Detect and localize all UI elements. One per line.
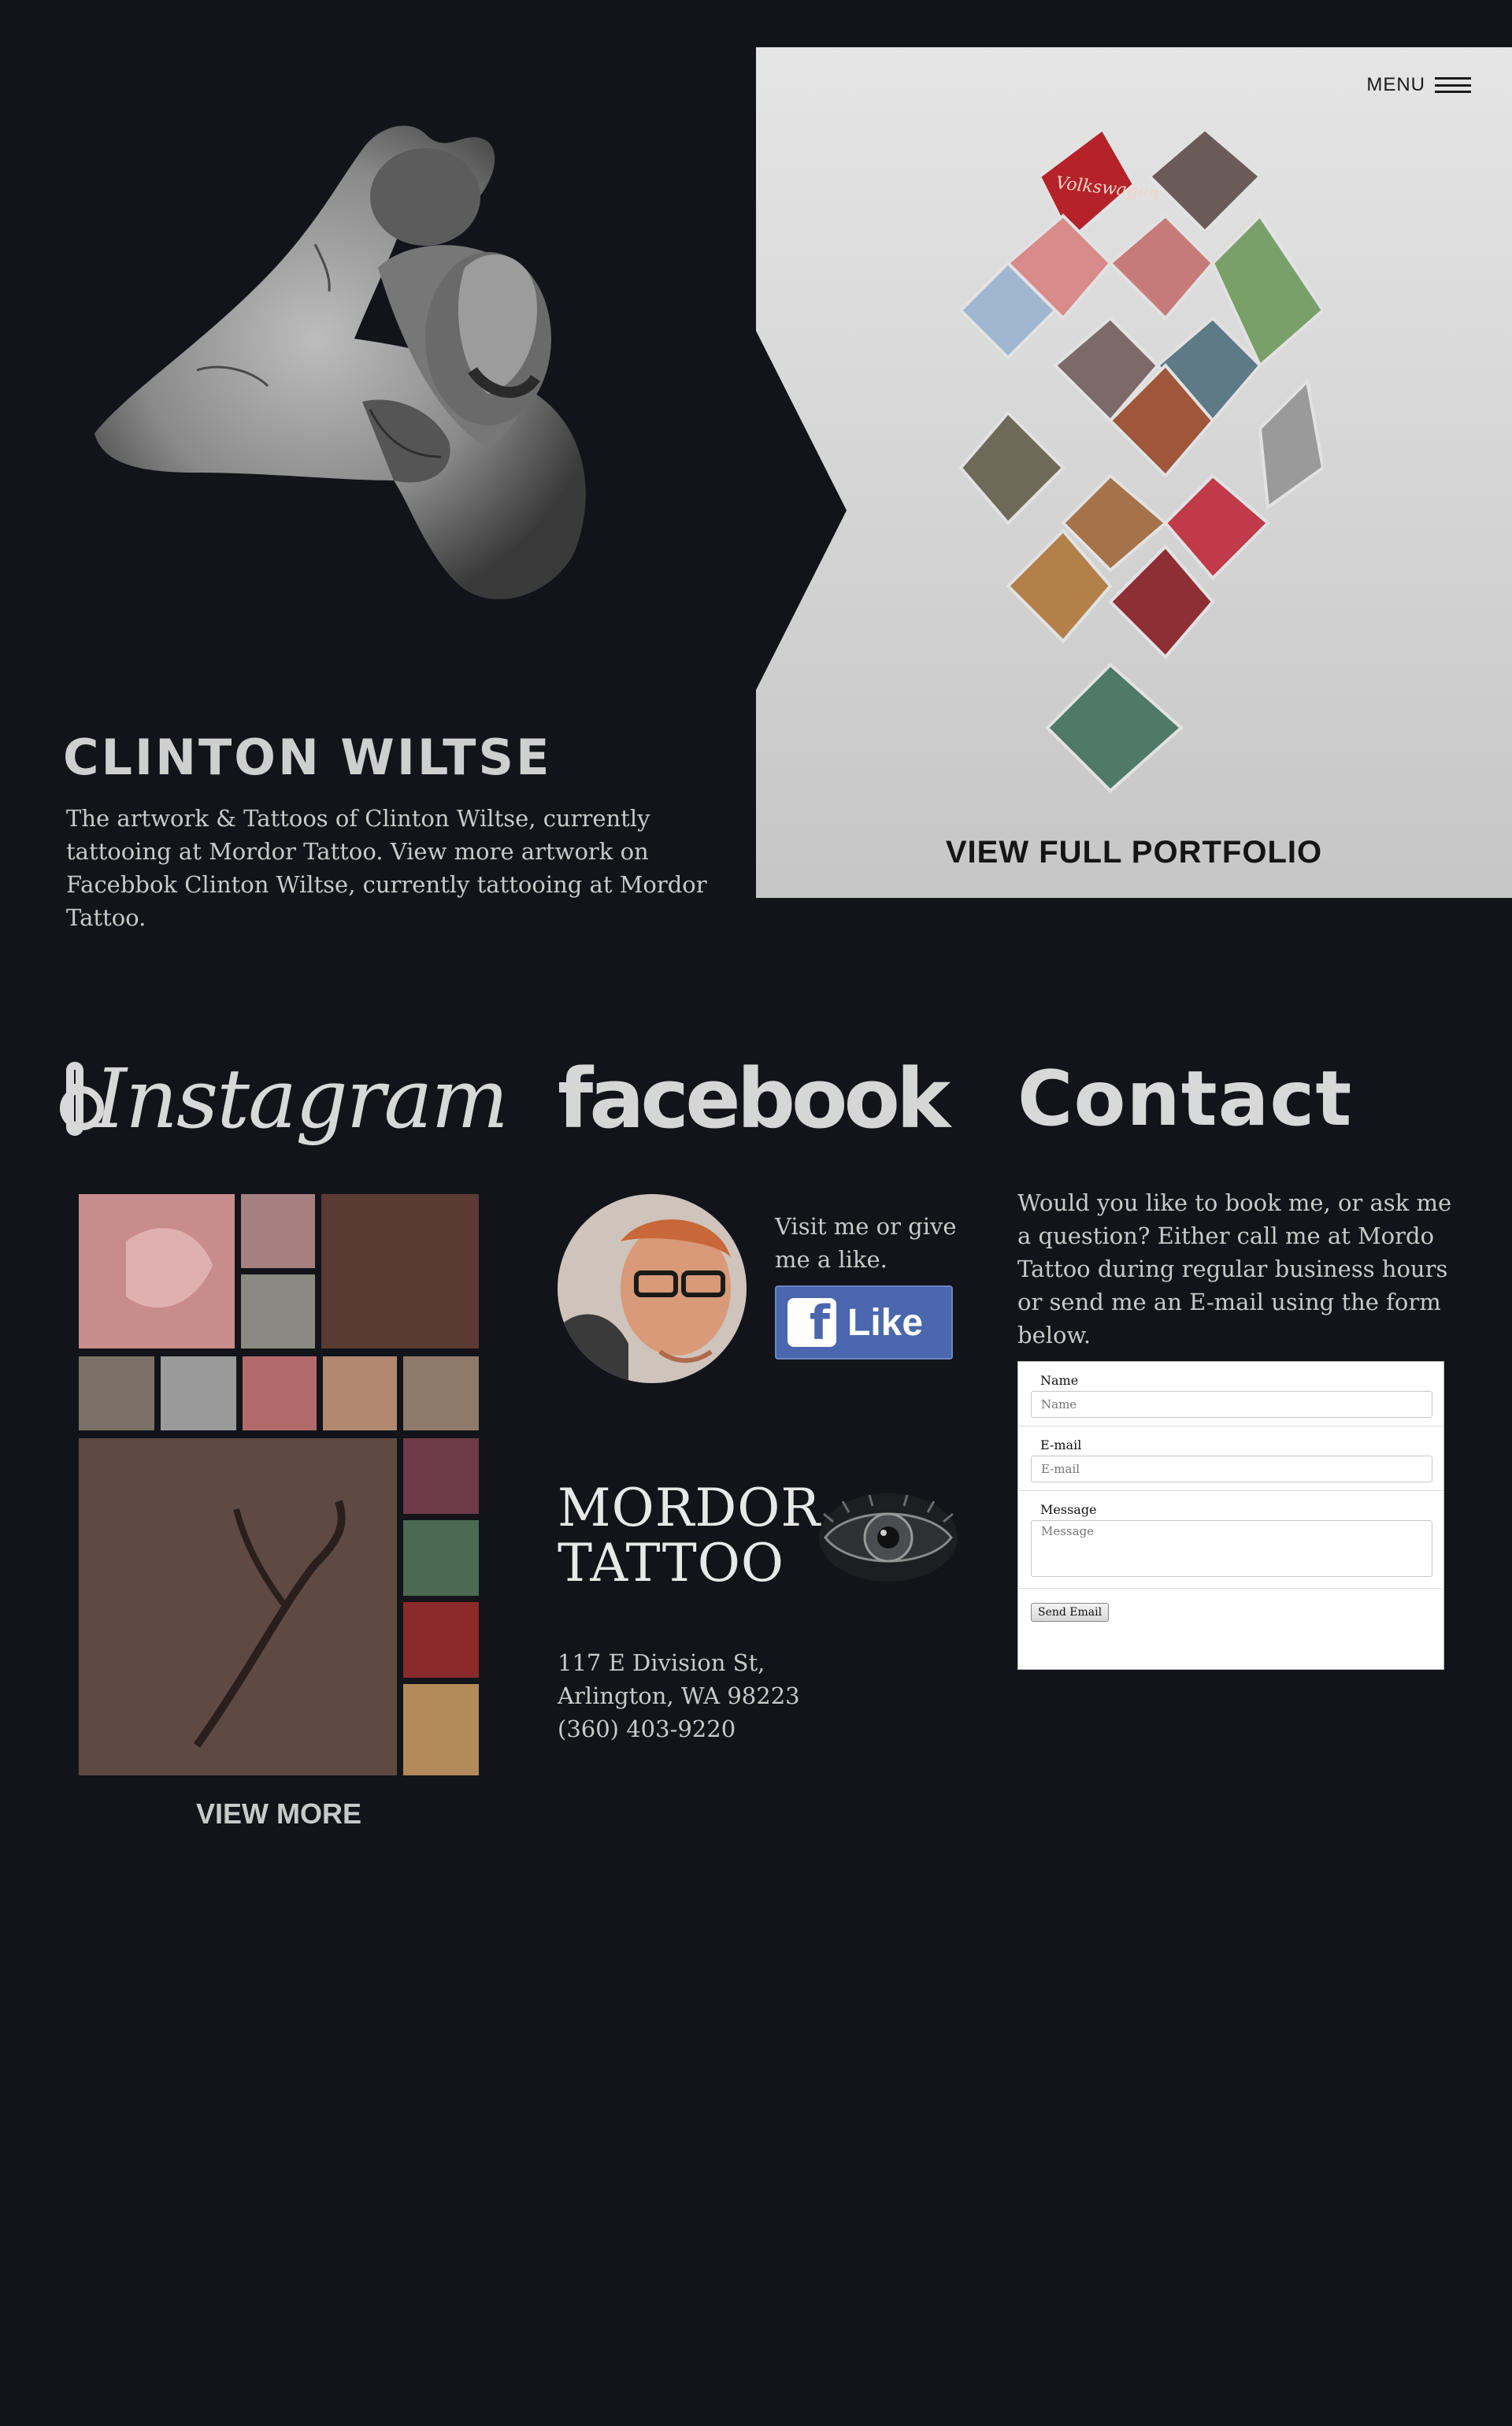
address-city: Arlington, WA 98223 [558,1682,800,1709]
ig-photo [403,1438,479,1514]
ig-photo [403,1602,479,1678]
facebook-wordmark[interactable]: facebook [558,1040,967,1158]
email-input[interactable] [1031,1456,1432,1482]
contact-description: Would you like to book me, or ask me a q… [1017,1189,1452,1348]
form-row-email: E-mail [1018,1426,1443,1491]
ig-photo [323,1356,397,1430]
ig-photo [241,1274,315,1348]
form-row-message: Message [1018,1491,1443,1589]
name-input[interactable] [1031,1391,1432,1418]
ig-photo [161,1356,236,1430]
facebook-like-label: Like [847,1301,924,1344]
email-label: E-mail [1040,1437,1082,1452]
portfolio-mosaic[interactable]: Volkswagen [850,127,1325,838]
instagram-section: Instagram VIEW MORE [59,1040,509,1830]
name-label: Name [1040,1373,1079,1388]
hero-artist-name: CLINTON WILTSE [63,729,552,786]
contact-form: Name E-mail Message Send Email [1017,1361,1444,1670]
mordor-logo-line1: MORDOR [558,1478,821,1538]
instagram-photo-grid[interactable] [79,1194,479,1775]
shop-address: 117 E Division St, Arlington, WA 98223 (… [558,1646,800,1745]
ig-photo [321,1194,479,1348]
message-label: Message [1040,1502,1097,1517]
ig-photo [403,1520,479,1596]
send-email-button[interactable]: Send Email [1031,1603,1110,1622]
shop-phone[interactable]: (360) 403-9220 [558,1712,800,1745]
facebook-section: facebook Visit me or give me a like. f L… [558,1040,967,1742]
mordor-logo-line2: TATTOO [558,1533,784,1593]
facebook-visit-text: Visit me or give me a like. [775,1213,957,1273]
ig-photo [243,1356,317,1430]
instagram-heading[interactable]: Instagram [59,1040,509,1158]
instagram-icon [59,1062,104,1136]
message-textarea[interactable] [1031,1520,1432,1577]
ig-photo [79,1356,154,1430]
contact-heading: Contact [1017,1055,1353,1143]
facebook-avatar[interactable] [558,1194,747,1383]
hamburger-icon [1435,77,1471,93]
form-row-name: Name [1018,1362,1443,1426]
mordor-tattoo-logo: MORDOR TATTOO [558,1481,967,1607]
panel-notch-arrow [756,331,847,690]
ig-photo [403,1356,479,1430]
facebook-f-icon: f [788,1298,836,1347]
contact-section: Contact Would you like to book me, or as… [1017,1040,1458,1670]
ig-photo [79,1438,397,1775]
ig-photo [403,1684,479,1775]
mordor-logo-text: MORDOR TATTOO [558,1481,821,1591]
mosaic-tiles [958,127,1325,793]
address-street: 117 E Division St, [558,1649,765,1676]
portfolio-panel: MENU Volkswagen VIEW FULL PORTFOLIO [756,47,1512,898]
hero-photo-flexing-arm [79,110,662,630]
facebook-like-button[interactable]: f Like [775,1285,953,1360]
menu-button[interactable]: MENU [1366,74,1471,96]
ig-photo [241,1194,315,1268]
instagram-view-more-link[interactable]: VIEW MORE [66,1797,491,1831]
eye-icon [819,1493,958,1582]
hero-description: The artwork & Tattoos of Clinton Wiltse,… [66,805,707,931]
view-full-portfolio-link[interactable]: VIEW FULL PORTFOLIO [756,835,1512,870]
instagram-wordmark: Instagram [94,1051,509,1147]
menu-label: MENU [1366,74,1425,95]
